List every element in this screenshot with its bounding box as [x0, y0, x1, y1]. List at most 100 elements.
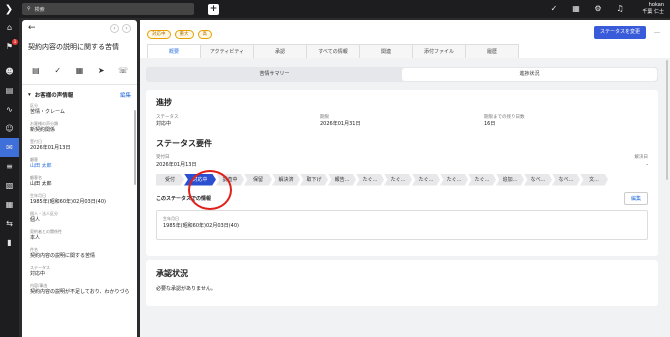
status-tag: 重大 — [174, 30, 194, 39]
status-info-box: 生年月日 1985年(昭和60年)02月03日(40) — [156, 210, 648, 240]
field-value: 2026年01月13日 — [30, 145, 71, 151]
progress-label: ステータス — [156, 115, 179, 120]
notification-icon[interactable]: ⚑ 1 — [0, 37, 19, 56]
status-step[interactable]: 解決済 — [272, 173, 300, 186]
field-value: 苦情・クレーム — [30, 109, 65, 115]
next-record-icon[interactable]: › — [122, 23, 131, 33]
field-value: 対応中 — [30, 271, 46, 277]
field-item: お客様の声分類 新契約関係 — [22, 121, 137, 139]
field-value: 個人 — [30, 217, 41, 223]
back-arrow-icon[interactable]: ← — [28, 23, 36, 33]
tab-item[interactable]: アクティビティ — [200, 44, 254, 58]
chart-icon[interactable]: ∿ — [0, 100, 19, 119]
progress-title: 進捗 — [156, 98, 172, 107]
status-step[interactable]: たぐ... — [440, 173, 468, 186]
status-step[interactable]: たぐ... — [384, 173, 412, 186]
change-status-button[interactable]: ステータスを変更 — [594, 26, 646, 39]
annotation-circle — [188, 170, 232, 210]
bar-chart-icon[interactable]: ▮ — [0, 233, 19, 252]
status-step[interactable]: 文... — [580, 173, 608, 186]
progress-label: 期限までの残り日数 — [484, 115, 525, 120]
tab-item[interactable]: 承認 — [253, 44, 307, 58]
status-step[interactable]: なべ... — [552, 173, 580, 186]
status-step[interactable]: なべ... — [524, 173, 552, 186]
field-item: 契約者との関係性 本人 — [22, 229, 137, 247]
progress-field: 期限 2026年01月31日 — [320, 114, 484, 128]
status-step[interactable]: 追加... — [496, 173, 524, 186]
edit-link[interactable]: 編集 — [120, 91, 131, 99]
field-item: 区分 苦情・クレーム — [22, 103, 137, 121]
calendar-icon[interactable]: ▦ — [71, 62, 87, 78]
field-item: ステータス 対応中 — [22, 265, 137, 283]
field-value: 本人 — [30, 235, 41, 241]
field-value[interactable]: 山田 太郎 — [30, 163, 131, 170]
search-input[interactable]: ⚲ 検索 — [22, 3, 194, 15]
field-item: 個人・法人区分 個人 — [22, 211, 137, 229]
status-info-edit-button[interactable]: 編集 — [623, 192, 648, 205]
scrollbar[interactable] — [134, 110, 136, 185]
document-icon[interactable]: ▤ — [0, 81, 19, 100]
resolved-date-value: - — [646, 162, 648, 168]
approval-card: 承認状況 必要な承認がありません。 — [146, 260, 658, 306]
search-icon: ⚲ — [27, 6, 31, 12]
field-item: 内容/事由 契約内容の説明が不足しており、わかりづら — [22, 283, 137, 301]
prev-record-icon[interactable]: ‹ — [110, 23, 119, 33]
status-step[interactable]: たぐ... — [412, 173, 440, 186]
progress-value: 2026年01月31日 — [320, 121, 361, 127]
tab-item[interactable]: 添付ファイル — [412, 44, 466, 58]
status-step[interactable]: 報告... — [328, 173, 356, 186]
requirements-title: ステータス要件 — [156, 139, 212, 148]
status-step[interactable]: たぐ... — [356, 173, 384, 186]
bell-icon[interactable]: ♫ — [614, 3, 626, 15]
gear-icon[interactable]: ⚙ — [592, 3, 604, 15]
collapse-chevron-icon[interactable]: ▾ — [28, 92, 31, 98]
field-item: 生年月日 1985年(昭和60年)02月03日(40) — [22, 193, 137, 211]
field-item: 顧客 山田 太郎 — [22, 157, 137, 175]
record-header: 対応中 重大高 ステータスを変更 … 概要 アクティビティ 承認 すべての情報 関連 添付フ… — [140, 20, 670, 58]
feedback-icon[interactable]: ✉ — [0, 138, 19, 157]
person-icon[interactable]: ☻ — [0, 62, 19, 81]
detail-side-panel: ← ‹ › 契約内容の説明に関する苦情 ▤ ✓ ▦ ➤ ☏ ▾ お客様の声情報 … — [22, 20, 137, 337]
status-step[interactable]: 取下げ — [300, 173, 328, 186]
progress-label: 期限 — [320, 115, 329, 120]
send-icon[interactable]: ➤ — [93, 62, 109, 78]
folder-icon[interactable]: ▧ — [0, 176, 19, 195]
approval-text: 必要な承認がありません。 — [156, 286, 216, 292]
tab-item[interactable]: 概要 — [147, 44, 201, 58]
status-step[interactable]: 受付 — [156, 173, 184, 186]
home-icon[interactable]: ⌂ — [0, 18, 19, 37]
status-tag: 対応中 — [147, 30, 171, 39]
segment-control: 苦情サマリー 進捗状況 — [146, 67, 658, 82]
phone-icon[interactable]: ☏ — [115, 62, 131, 78]
tab-item[interactable]: すべての情報 — [306, 44, 360, 58]
main-content: 対応中 重大高 ステータスを変更 … 概要 アクティビティ 承認 すべての情報 関連 添付フ… — [140, 20, 670, 337]
user-menu[interactable]: hokan 千葉 仁士 — [642, 2, 664, 16]
grid-icon[interactable]: ▦ — [0, 195, 19, 214]
status-step[interactable]: たぐ... — [468, 173, 496, 186]
field-value: 1985年(昭和60年)02月03日(40) — [30, 199, 106, 205]
tab-item[interactable]: 履歴 — [465, 44, 519, 58]
status-info-value: 1985年(昭和60年)02月03日(40) — [163, 223, 239, 229]
main-scrollbar[interactable] — [666, 60, 668, 180]
transfer-icon[interactable]: ⇆ — [0, 214, 19, 233]
top-bar: ❯ ⚲ 検索 + ✓ ▦ ⚙ ♫ hokan 千葉 仁士 — [0, 0, 670, 18]
segment-item[interactable]: 苦情サマリー — [147, 68, 402, 81]
more-button[interactable]: … — [654, 28, 660, 35]
section-title: お客様の声情報 — [34, 93, 74, 99]
comment-icon[interactable]: ▤ — [28, 62, 44, 78]
app-logo-icon[interactable]: ❯ — [0, 0, 18, 18]
status-step[interactable]: 保留 — [244, 173, 272, 186]
list-icon[interactable]: ≡ — [0, 157, 19, 176]
check-circle-icon[interactable]: ✓ — [548, 3, 560, 15]
record-title: 契約内容の説明に関する苦情 — [28, 43, 119, 51]
tab-item[interactable]: 関連 — [359, 44, 413, 58]
add-button[interactable]: + — [208, 3, 219, 15]
progress-value: 対応中 — [156, 121, 172, 127]
check-icon[interactable]: ✓ — [50, 62, 66, 78]
received-date-value: 2026年01月13日 — [156, 162, 197, 168]
approval-title: 承認状況 — [156, 269, 188, 278]
segment-item[interactable]: 進捗状況 — [402, 68, 657, 81]
users-icon[interactable]: ☺ — [0, 119, 19, 138]
calendar-icon[interactable]: ▦ — [570, 3, 582, 15]
field-value: 契約内容の説明に関する苦情 — [30, 253, 96, 259]
